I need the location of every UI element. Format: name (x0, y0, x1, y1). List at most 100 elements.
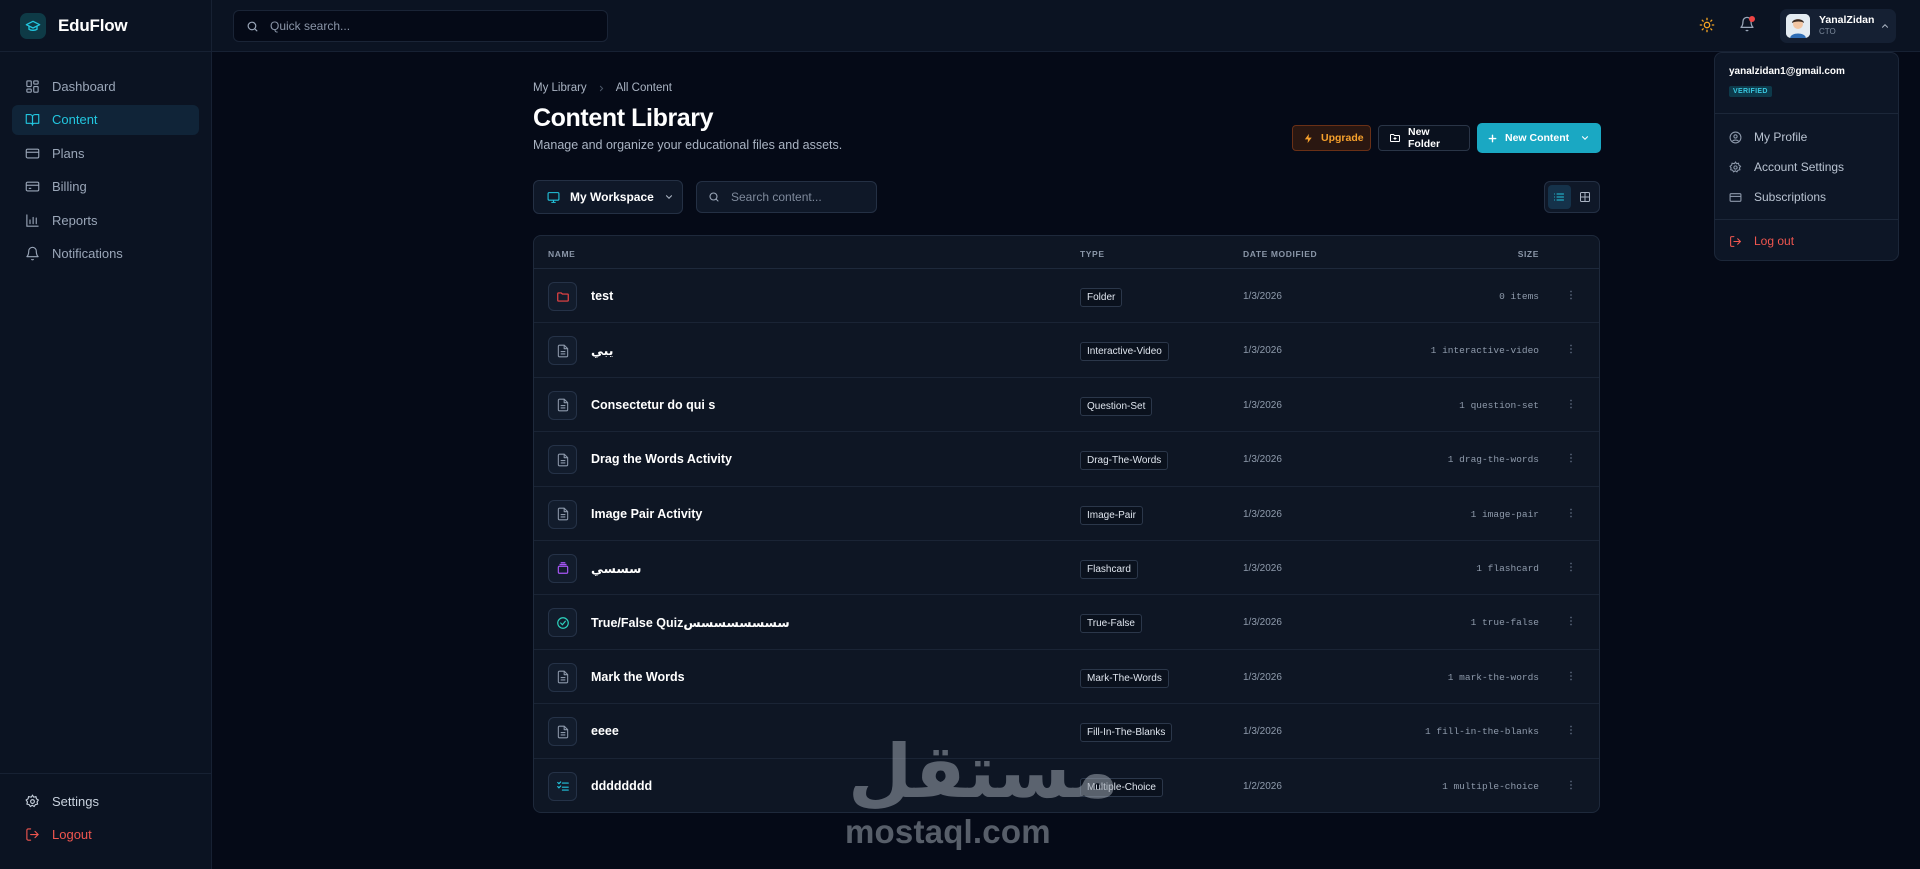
list-icon (1553, 191, 1565, 203)
file-icon (548, 662, 577, 692)
sidebar-item-billing[interactable]: Billing (12, 172, 199, 202)
row-size: 1 multiple-choice (1442, 780, 1539, 792)
breadcrumb-my-library[interactable]: My Library (533, 82, 587, 94)
graduation-cap-icon (20, 12, 46, 39)
column-name[interactable]: NAME (548, 249, 575, 259)
column-date-modified[interactable]: DATE MODIFIED (1243, 249, 1317, 259)
row-date: 1/3/2026 (1243, 508, 1282, 520)
logout-icon (1729, 235, 1742, 248)
flashcard-icon (548, 553, 577, 583)
table-row[interactable]: Mark the Words Mark-The-Words 1/3/2026 1… (534, 650, 1599, 705)
grid-icon (1579, 191, 1591, 203)
gear-icon (1729, 160, 1742, 174)
table-row[interactable]: Consectetur do qui s Question-Set 1/3/20… (534, 378, 1599, 433)
sidebar: EduFlow Dashboard Content Plans Billing (0, 0, 212, 869)
quick-search[interactable] (233, 10, 608, 42)
more-vertical-icon[interactable] (1565, 289, 1577, 301)
card-icon (24, 145, 40, 161)
menu-item-label: Log out (1754, 234, 1795, 248)
type-badge: Folder (1080, 288, 1123, 307)
more-vertical-icon[interactable] (1565, 398, 1577, 410)
table-row[interactable]: Drag the Words Activity Drag-The-Words 1… (534, 432, 1599, 487)
logout-icon (24, 827, 40, 843)
folder-plus-icon (1389, 132, 1401, 144)
file-icon (548, 336, 577, 366)
search-icon (246, 20, 259, 33)
watermark-latin: mostaql.com (845, 813, 1051, 850)
upgrade-button[interactable]: Upgrade (1292, 125, 1371, 151)
menu-item-subscriptions[interactable]: Subscriptions (1729, 190, 1826, 204)
new-folder-button[interactable]: New Folder (1378, 125, 1470, 151)
menu-divider (1715, 113, 1898, 114)
row-date: 1/3/2026 (1243, 617, 1282, 629)
table-row[interactable]: سسسي Flashcard 1/3/2026 1 flashcard (534, 541, 1599, 596)
sidebar-item-logout[interactable]: Logout (12, 820, 199, 850)
notifications-bell-icon[interactable] (1739, 16, 1757, 34)
row-size: 1 interactive-video (1430, 345, 1539, 357)
more-vertical-icon[interactable] (1565, 670, 1577, 682)
user-email: yanalzidan1@gmail.com (1729, 66, 1845, 77)
sidebar-item-dashboard[interactable]: Dashboard (12, 71, 199, 101)
list-check-icon (548, 771, 577, 801)
sidebar-item-settings[interactable]: Settings (12, 786, 199, 816)
theme-toggle-sun-icon[interactable] (1699, 17, 1715, 33)
menu-item-my-profile[interactable]: My Profile (1729, 130, 1807, 144)
row-size: 1 true-false (1470, 617, 1539, 629)
type-badge: True-False (1080, 614, 1142, 634)
sidebar-item-label: Content (52, 112, 98, 127)
quick-search-input[interactable] (270, 19, 590, 33)
table-row[interactable]: يبي Interactive-Video 1/3/2026 1 interac… (534, 323, 1599, 378)
table-row[interactable]: True/False Quizسسسسسسسس True-False 1/3/2… (534, 595, 1599, 650)
more-vertical-icon[interactable] (1565, 507, 1577, 519)
content-search-input[interactable] (731, 190, 861, 204)
sidebar-item-label: Logout (52, 827, 92, 842)
sidebar-item-notifications[interactable]: Notifications (12, 239, 199, 269)
sidebar-item-label: Plans (52, 145, 85, 161)
row-size: 0 items (1499, 291, 1539, 302)
row-date: 1/3/2026 (1243, 454, 1282, 466)
more-vertical-icon[interactable] (1565, 779, 1577, 791)
user-menu-trigger[interactable]: YanalZidan CTO (1780, 9, 1896, 43)
topbar: YanalZidan CTO (212, 0, 1920, 52)
file-icon (548, 445, 577, 475)
content-search[interactable] (696, 181, 877, 213)
chevron-up-icon (1880, 21, 1890, 31)
row-date: 1/3/2026 (1243, 726, 1282, 738)
sidebar-item-label: Reports (52, 212, 98, 228)
bar-chart-icon (24, 212, 40, 228)
watermark-arabic: مستقل (848, 730, 1119, 813)
menu-item-account-settings[interactable]: Account Settings (1729, 160, 1844, 174)
sidebar-item-plans[interactable]: Plans (12, 138, 199, 168)
more-vertical-icon[interactable] (1565, 343, 1577, 355)
new-content-button[interactable]: New Content (1477, 123, 1601, 153)
monitor-icon (547, 191, 560, 204)
more-vertical-icon[interactable] (1565, 561, 1577, 573)
row-date: 1/3/2026 (1243, 671, 1282, 683)
row-date: 1/3/2026 (1243, 399, 1282, 411)
sidebar-item-label: Dashboard (52, 78, 116, 94)
table-header: NAME TYPE DATE MODIFIED SIZE (534, 236, 1599, 269)
table-row[interactable]: Image Pair Activity Image-Pair 1/3/2026 … (534, 487, 1599, 541)
sidebar-item-label: Billing (52, 179, 87, 194)
table-row[interactable]: test Folder 1/3/2026 0 items (534, 269, 1599, 324)
sidebar-item-reports[interactable]: Reports (12, 205, 199, 235)
workspace-select[interactable]: My Workspace (533, 180, 683, 214)
list-view-button[interactable] (1548, 185, 1571, 209)
folder-icon (548, 282, 577, 311)
column-size[interactable]: SIZE (1518, 249, 1539, 259)
row-name: dddddddd (591, 778, 653, 793)
sidebar-item-content[interactable]: Content (12, 104, 199, 135)
column-type[interactable]: TYPE (1080, 249, 1105, 259)
grid-view-button[interactable] (1574, 185, 1597, 209)
gear-icon (24, 793, 40, 809)
type-badge: Mark-The-Words (1080, 668, 1169, 688)
more-vertical-icon[interactable] (1565, 452, 1577, 464)
row-size: 1 image-pair (1470, 508, 1539, 520)
more-vertical-icon[interactable] (1565, 615, 1577, 627)
menu-item-log-out[interactable]: Log out (1729, 234, 1794, 248)
brand[interactable]: EduFlow (0, 0, 211, 52)
menu-item-label: My Profile (1754, 130, 1808, 144)
row-name: test (591, 289, 614, 303)
more-vertical-icon[interactable] (1565, 724, 1577, 736)
row-date: 1/3/2026 (1243, 345, 1282, 357)
